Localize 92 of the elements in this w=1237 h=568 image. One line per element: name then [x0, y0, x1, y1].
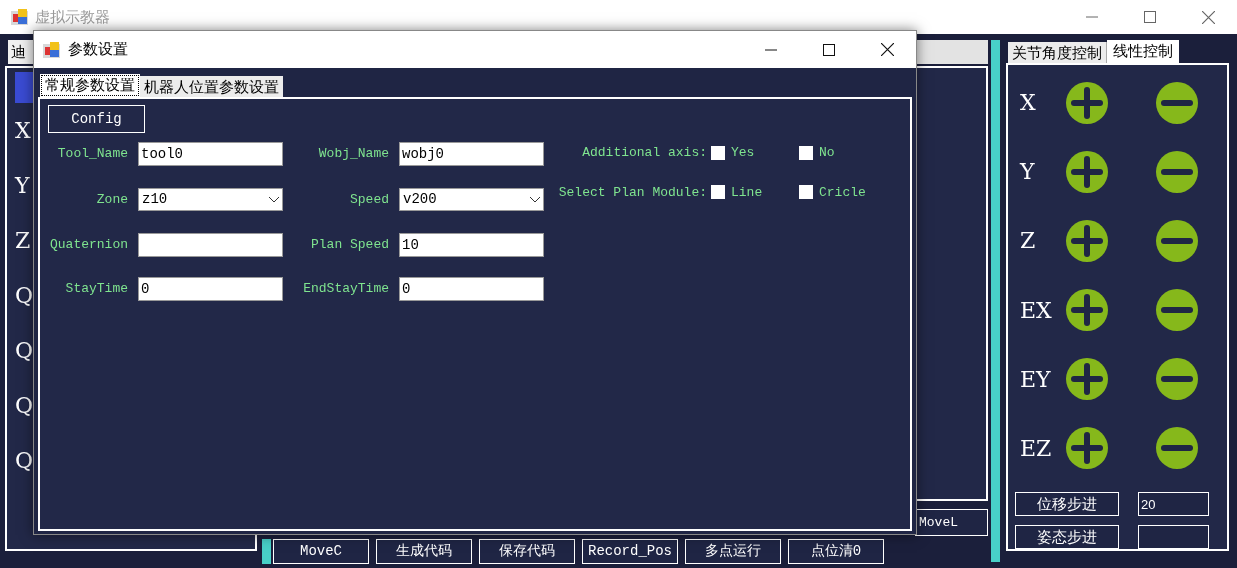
field-label: Tool_Name — [56, 145, 129, 164]
option-label: Select Plan Module: — [557, 183, 708, 202]
field-label: Zone — [95, 190, 129, 209]
tab[interactable]: 机器人位置参数设置 — [140, 76, 283, 97]
text-field[interactable]: 0 — [138, 277, 283, 301]
increase-button[interactable] — [1066, 81, 1108, 124]
tab[interactable]: 常规参数设置 — [40, 74, 140, 97]
checkbox[interactable] — [711, 145, 725, 160]
increase-button[interactable] — [1066, 219, 1108, 262]
text-field[interactable]: wobj0 — [399, 142, 544, 166]
increase-button[interactable] — [1066, 289, 1108, 332]
plus-icon — [1066, 289, 1108, 332]
movel-button[interactable]: MoveL — [915, 509, 988, 536]
app-icon — [43, 40, 61, 59]
axis-label: Z — [1019, 227, 1037, 256]
config-button[interactable]: Config — [48, 105, 145, 133]
checkbox-option[interactable]: Cricle — [799, 182, 887, 202]
close-icon — [1201, 10, 1215, 24]
axis-label: EZ — [1019, 434, 1053, 463]
plus-icon — [1066, 81, 1108, 124]
axis-label: X — [1019, 89, 1037, 118]
decrease-button[interactable] — [1156, 219, 1198, 262]
minus-icon — [1156, 289, 1198, 332]
dropdown[interactable]: v200 — [399, 188, 544, 211]
axis-label: Y — [1018, 158, 1036, 187]
app-icon — [11, 8, 29, 26]
checkbox-option[interactable]: Yes — [711, 143, 799, 163]
dialog-title: 参数设置 — [68, 39, 129, 60]
text-field[interactable]: 0 — [399, 277, 544, 301]
splitter-bar — [262, 539, 271, 564]
plus-icon — [1066, 427, 1108, 470]
decrease-button[interactable] — [1156, 150, 1198, 193]
increase-button[interactable] — [1066, 358, 1108, 401]
axis-label: EX — [1019, 296, 1053, 325]
chevron-icon — [269, 196, 279, 203]
axis-label: Q — [15, 392, 35, 420]
command-button[interactable]: 多点运行 — [685, 539, 781, 564]
field-label: Speed — [349, 190, 390, 209]
minus-icon — [1156, 427, 1198, 470]
dropdown[interactable]: z10 — [138, 188, 283, 211]
checkbox[interactable] — [711, 185, 725, 200]
field-label: Quaternion — [49, 236, 129, 255]
command-button[interactable]: 保存代码 — [479, 539, 575, 564]
step-button[interactable]: 姿态步进 — [1015, 525, 1119, 550]
decrease-button[interactable] — [1156, 358, 1198, 401]
decrease-button[interactable] — [1156, 427, 1198, 470]
field-label: EndStayTime — [302, 280, 390, 299]
axis-label: EY — [1019, 365, 1052, 394]
decrease-button[interactable] — [1156, 81, 1198, 124]
tab[interactable]: 迪 — [8, 40, 34, 64]
step-field[interactable] — [1138, 525, 1209, 550]
field-label: Wobj_Name — [317, 145, 390, 164]
step-field[interactable]: 20 — [1138, 492, 1209, 517]
minus-icon — [1156, 150, 1198, 193]
minus-icon — [1156, 81, 1198, 124]
decrease-button[interactable] — [1156, 289, 1198, 332]
field-label: Plan Speed — [310, 236, 390, 255]
minus-icon — [1156, 358, 1198, 401]
window-title: 虚拟示教器 — [35, 6, 111, 27]
tab[interactable]: 线性控制 — [1107, 40, 1179, 63]
checkbox-option[interactable]: No — [799, 143, 887, 163]
step-button[interactable]: 位移步进 — [1015, 492, 1119, 517]
axis-label: Q — [15, 282, 35, 310]
command-button[interactable]: 点位清0 — [788, 539, 884, 564]
plus-icon — [1066, 219, 1108, 262]
option-label: Additional axis: — [581, 144, 708, 162]
axis-label: Q — [15, 447, 35, 475]
maximize-icon — [1144, 11, 1156, 23]
checkbox-option[interactable]: Line — [711, 182, 799, 202]
close-icon — [880, 43, 894, 56]
chevron-icon — [530, 196, 540, 203]
command-button[interactable]: 生成代码 — [376, 539, 472, 564]
tab[interactable]: 关节角度控制 — [1008, 42, 1107, 63]
increase-button[interactable] — [1066, 427, 1108, 470]
text-field[interactable]: 10 — [399, 233, 544, 257]
text-field[interactable]: tool0 — [138, 142, 283, 166]
axis-label: X — [15, 117, 32, 145]
command-button[interactable]: MoveC — [273, 539, 369, 564]
minus-icon — [1156, 219, 1198, 262]
checkbox[interactable] — [799, 185, 813, 200]
selected-row — [15, 72, 35, 103]
maximize-icon — [823, 43, 835, 56]
increase-button[interactable] — [1066, 150, 1108, 193]
plus-icon — [1066, 358, 1108, 401]
text-field[interactable] — [138, 233, 283, 257]
plus-icon — [1066, 150, 1108, 193]
checkbox[interactable] — [799, 145, 813, 160]
command-button[interactable]: Record_Pos — [582, 539, 678, 564]
axis-label: Q — [15, 337, 35, 365]
axis-label: Y — [15, 172, 31, 200]
axis-label: Z — [15, 227, 32, 255]
field-label: StayTime — [64, 280, 129, 299]
